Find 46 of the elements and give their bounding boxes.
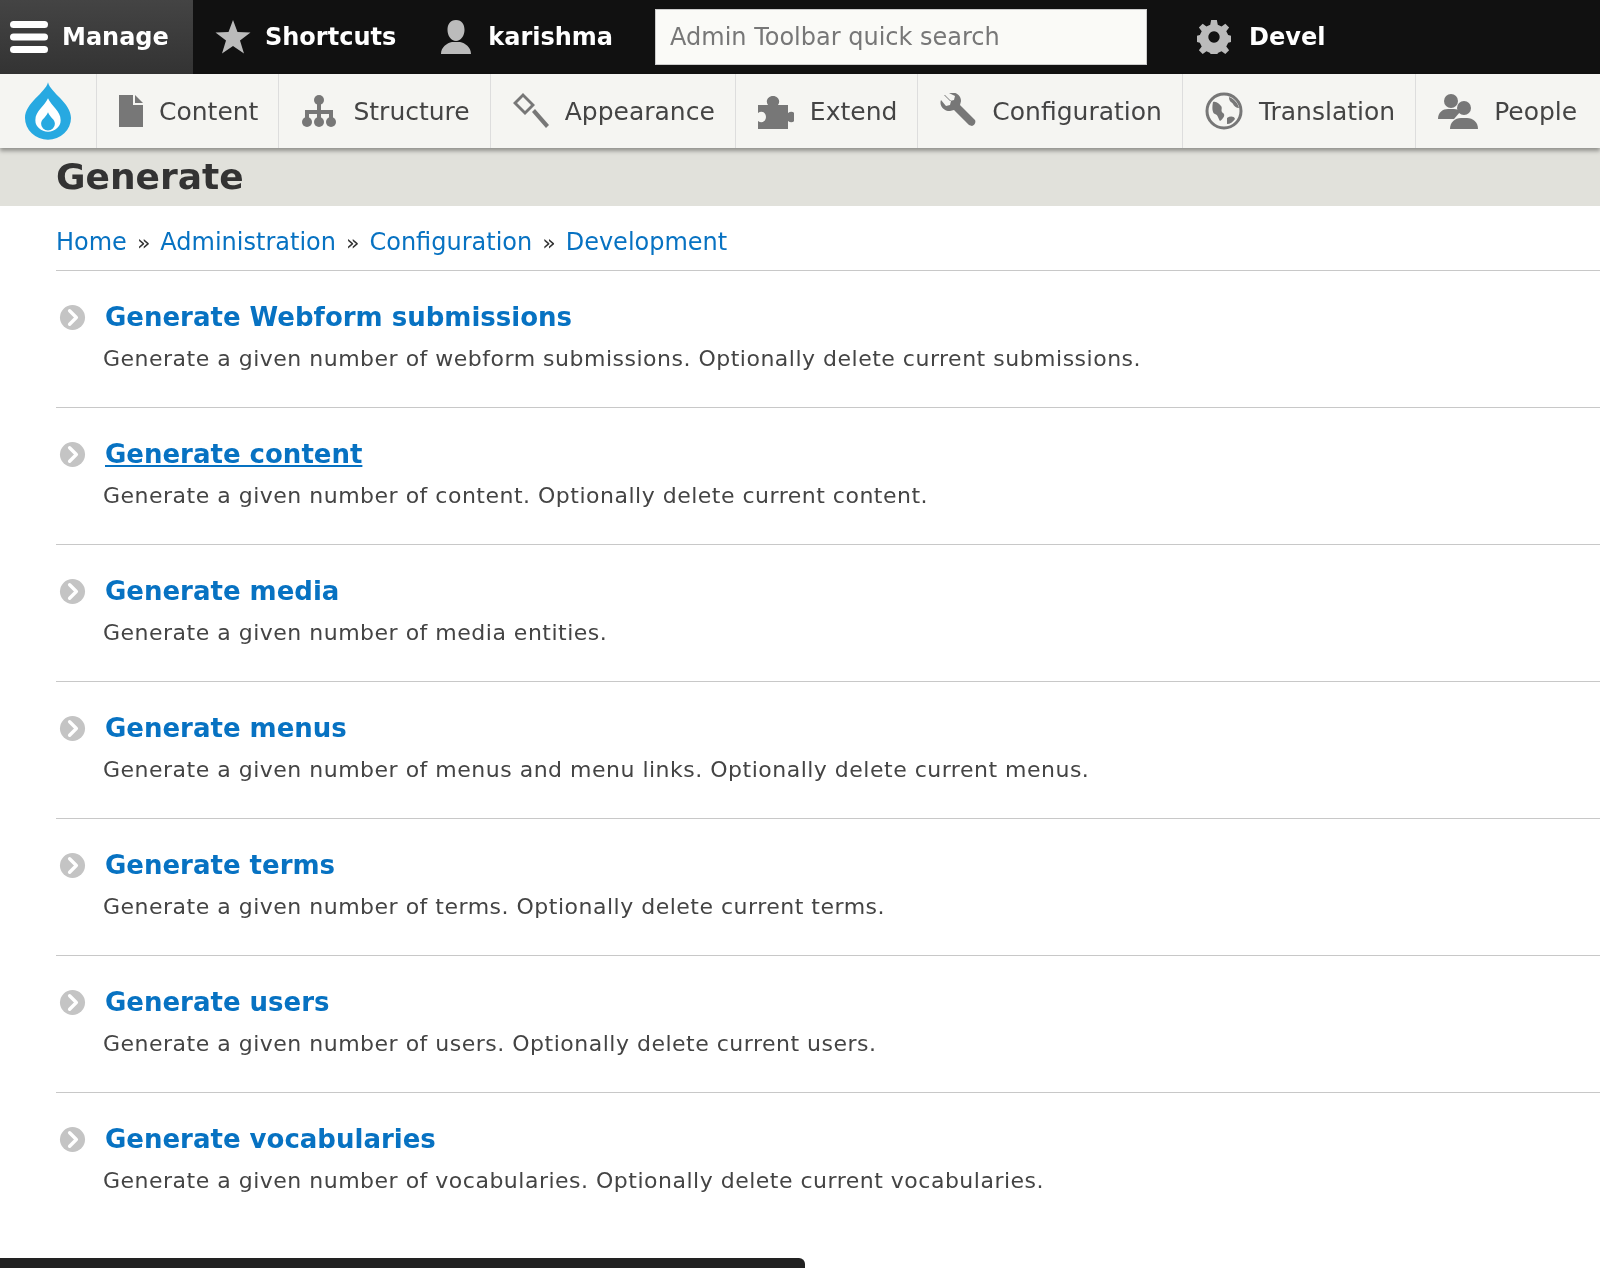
chevron-circle-icon: [59, 1125, 86, 1153]
entry-description: Generate a given number of users. Optionally delete current users.: [103, 1031, 878, 1056]
puzzle-piece-icon: [757, 93, 794, 129]
wrench-icon: [940, 93, 977, 129]
globe-icon: [1204, 92, 1243, 130]
entry-description: Generate a given number of media entities.: [103, 620, 609, 645]
entry-description: Generate a given number of content. Optionally delete current content.: [103, 483, 930, 508]
entry-description: Generate a given number of terms. Optionally delete current terms.: [103, 894, 887, 919]
entry-link[interactable]: Generate menus: [105, 713, 347, 743]
chevron-circle-icon: [59, 303, 86, 331]
toolbar-tab[interactable]: Manage: [0, 0, 193, 74]
page-title: Generate: [56, 155, 245, 199]
breadcrumb-link[interactable]: Configuration: [369, 228, 533, 256]
breadcrumb-separator: »: [136, 229, 151, 255]
chevron-circle-icon: [59, 851, 86, 879]
drop-logo-icon[interactable]: [25, 82, 71, 140]
hierarchy-icon: [301, 95, 338, 127]
breadcrumb-separator: »: [542, 229, 556, 255]
chevron-circle-icon: [59, 440, 86, 468]
entry-description: Generate a given number of vocabularies. Optionally delete current vocabularies.: [103, 1168, 1046, 1193]
document-icon: [119, 95, 143, 127]
people-icon: [1438, 93, 1479, 129]
entry-link[interactable]: Generate users: [105, 987, 330, 1017]
breadcrumb-link[interactable]: Home: [56, 228, 127, 256]
entry-link[interactable]: Generate content: [105, 439, 363, 469]
gear-icon: [1197, 20, 1232, 54]
entry-description: Generate a given number of menus and menu links. Optionally delete current menus.: [103, 757, 1091, 782]
chevron-circle-icon: [59, 577, 86, 605]
paintbrush-icon: [512, 93, 549, 129]
menu-icon: [10, 20, 48, 54]
breadcrumb-link[interactable]: Development: [565, 228, 728, 256]
toolbar-tab[interactable]: karishma: [428, 0, 634, 74]
chevron-circle-icon: [59, 988, 86, 1016]
entry-link[interactable]: Generate Webform submissions: [105, 302, 573, 332]
breadcrumb-link[interactable]: Administration: [160, 228, 336, 256]
entry-link[interactable]: Generate media: [105, 576, 340, 606]
entry-link[interactable]: Generate vocabularies: [105, 1124, 436, 1154]
toolbar-tab[interactable]: Shortcuts: [205, 0, 417, 74]
search-field[interactable]: Admin Toolbar quick search: [655, 9, 1148, 65]
entry-link[interactable]: Generate terms: [105, 850, 336, 880]
devel-tab[interactable]: Devel: [1187, 0, 1346, 74]
breadcrumb-separator: »: [345, 229, 360, 255]
star-icon: [215, 20, 251, 54]
admin-menu-item[interactable]: People: [1416, 74, 1598, 148]
entry-description: Generate a given number of webform submissions. Optionally delete current submissions.: [103, 346, 1143, 371]
chevron-circle-icon: [59, 714, 86, 742]
